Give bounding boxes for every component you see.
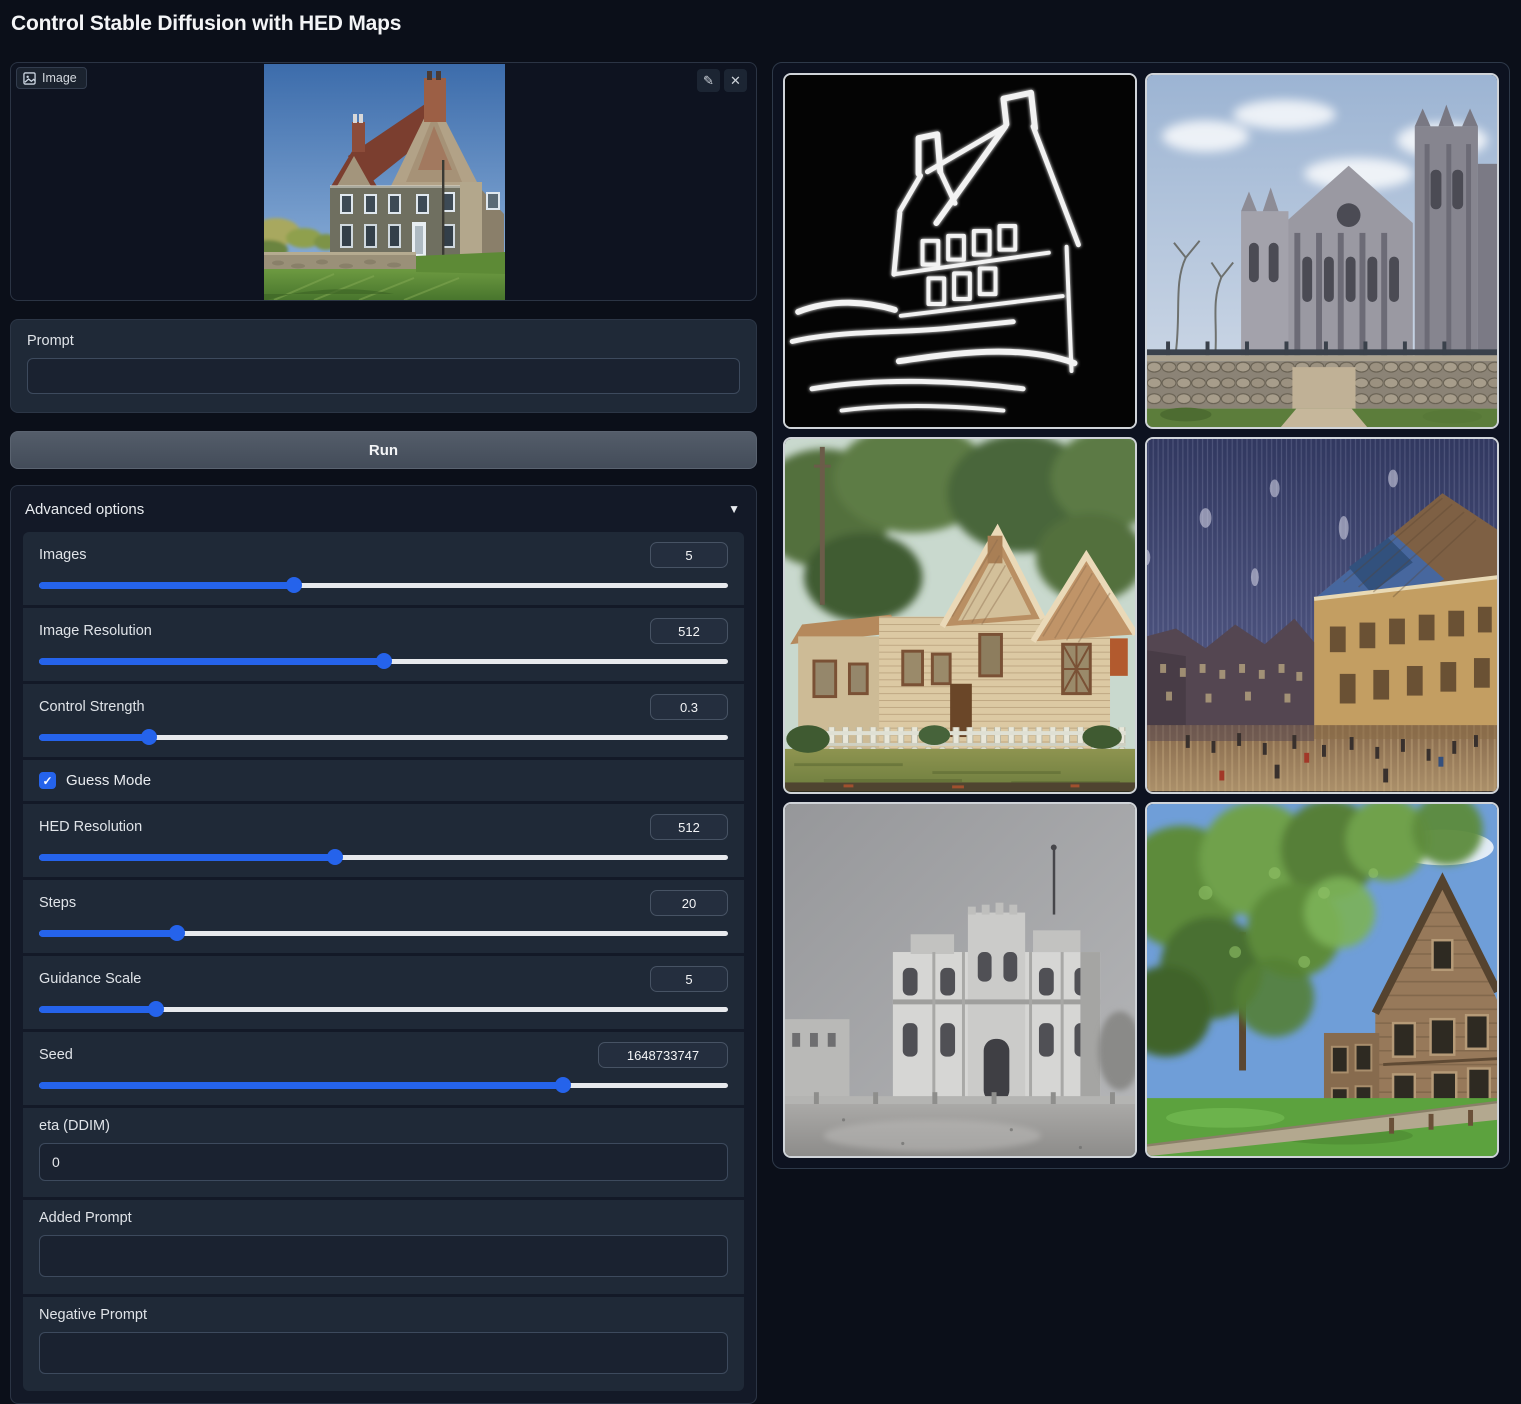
steps-label: Steps	[39, 895, 76, 911]
slider-fill	[39, 1006, 156, 1013]
slider-thumb[interactable]	[286, 577, 302, 593]
guidance-scale-value-input[interactable]	[650, 966, 728, 992]
slider-thumb[interactable]	[327, 849, 343, 865]
steps-slider[interactable]	[39, 925, 728, 941]
slider-row-guidance-scale: Guidance Scale	[23, 956, 744, 1029]
prompt-input[interactable]	[27, 358, 740, 394]
hed-resolution-slider[interactable]	[39, 849, 728, 865]
slider-thumb[interactable]	[376, 653, 392, 669]
advanced-options-toggle[interactable]: Advanced options ▼	[23, 486, 744, 532]
check-icon: ✓	[42, 775, 52, 787]
negative-prompt-label: Negative Prompt	[39, 1307, 728, 1323]
pencil-icon: ✎	[703, 73, 714, 88]
slider-row-control-strength: Control Strength	[23, 684, 744, 757]
slider-fill	[39, 854, 335, 861]
control-strength-value-input[interactable]	[650, 694, 728, 720]
seed-slider[interactable]	[39, 1077, 728, 1093]
guidance-scale-slider[interactable]	[39, 1001, 728, 1017]
clear-image-button[interactable]: ✕	[724, 69, 747, 92]
uploaded-house-photo	[264, 64, 505, 301]
slider-fill	[39, 582, 294, 589]
gallery-item-wooden-cottage[interactable]	[783, 437, 1137, 793]
close-icon: ✕	[730, 73, 741, 88]
control-strength-slider[interactable]	[39, 729, 728, 745]
impressionist-image	[1147, 439, 1497, 791]
added-prompt-label: Added Prompt	[39, 1210, 728, 1226]
slider-row-image-resolution: Image Resolution	[23, 608, 744, 681]
slider-thumb[interactable]	[148, 1001, 164, 1017]
slider-thumb[interactable]	[555, 1077, 571, 1093]
slider-row-seed: Seed	[23, 1032, 744, 1105]
image-label-badge: Image	[16, 67, 87, 89]
image-label: Image	[42, 71, 77, 85]
prompt-label: Prompt	[27, 333, 740, 349]
guess-mode-label: Guess Mode	[66, 772, 151, 789]
slider-fill	[39, 734, 149, 741]
stone-house-image	[1147, 804, 1497, 1156]
hed-resolution-value-input[interactable]	[650, 814, 728, 840]
prompt-panel: Prompt	[10, 319, 757, 413]
image-resolution-value-input[interactable]	[650, 618, 728, 644]
gallery-item-bw-building[interactable]	[783, 802, 1137, 1158]
negative-prompt-row: Negative Prompt	[23, 1297, 744, 1391]
images-slider[interactable]	[39, 577, 728, 593]
image-resolution-slider[interactable]	[39, 653, 728, 669]
added-prompt-row: Added Prompt	[23, 1200, 744, 1294]
gallery-item-impressionist[interactable]	[1145, 437, 1499, 793]
gallery-item-cathedral[interactable]	[1145, 73, 1499, 429]
cathedral-image	[1147, 75, 1497, 427]
slider-thumb[interactable]	[141, 729, 157, 745]
guidance-scale-label: Guidance Scale	[39, 971, 141, 987]
slider-thumb[interactable]	[169, 925, 185, 941]
eta-row: eta (DDIM)	[23, 1108, 744, 1197]
eta-label: eta (DDIM)	[39, 1118, 728, 1134]
hed-map-image	[785, 75, 1135, 427]
result-gallery	[772, 62, 1510, 1169]
bw-building-image	[785, 804, 1135, 1156]
images-value-input[interactable]	[650, 542, 728, 568]
slider-fill	[39, 658, 384, 665]
slider-fill	[39, 930, 177, 937]
eta-input[interactable]	[39, 1143, 728, 1181]
guess-mode-row: ✓ Guess Mode	[23, 760, 744, 801]
controls-column: Image ✎ ✕	[10, 62, 757, 1404]
guess-mode-checkbox[interactable]: ✓	[39, 772, 56, 789]
seed-value-input[interactable]	[598, 1042, 728, 1068]
hed-resolution-label: HED Resolution	[39, 819, 142, 835]
image-resolution-label: Image Resolution	[39, 623, 152, 639]
slider-row-images: Images	[23, 532, 744, 605]
steps-value-input[interactable]	[650, 890, 728, 916]
slider-row-steps: Steps	[23, 880, 744, 953]
added-prompt-input[interactable]	[39, 1235, 728, 1277]
page-title: Control Stable Diffusion with HED Maps	[11, 12, 401, 36]
wooden-cottage-image	[785, 439, 1135, 791]
chevron-down-icon[interactable]: ▼	[728, 502, 740, 516]
negative-prompt-input[interactable]	[39, 1332, 728, 1374]
run-button[interactable]: Run	[10, 431, 757, 469]
slider-fill	[39, 1082, 563, 1089]
seed-label: Seed	[39, 1047, 73, 1063]
gallery-item-stone-house[interactable]	[1145, 802, 1499, 1158]
images-label: Images	[39, 547, 87, 563]
input-image-dropzone[interactable]: Image ✎ ✕	[10, 62, 757, 301]
edit-image-button[interactable]: ✎	[697, 69, 720, 92]
advanced-options-title: Advanced options	[25, 501, 144, 518]
image-icon	[23, 72, 36, 85]
control-strength-label: Control Strength	[39, 699, 145, 715]
advanced-options-panel: Advanced options ▼ Images Image Resoluti…	[10, 485, 757, 1404]
slider-row-hed-resolution: HED Resolution	[23, 804, 744, 877]
gallery-item-hed-map[interactable]	[783, 73, 1137, 429]
